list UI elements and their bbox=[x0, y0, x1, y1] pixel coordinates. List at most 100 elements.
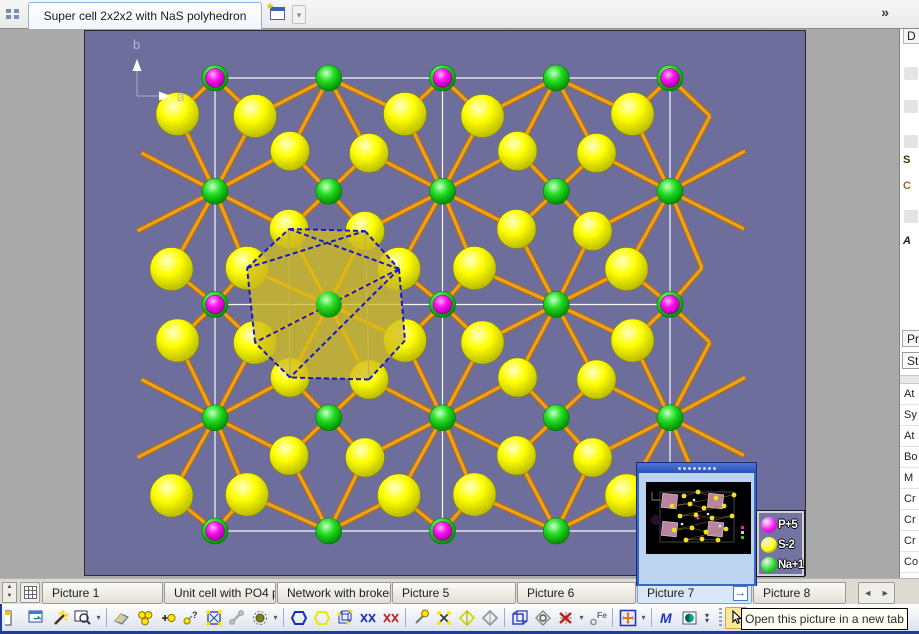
toolbar-separator bbox=[504, 608, 505, 627]
picture-tab[interactable]: Picture 5 bbox=[392, 582, 516, 604]
xx-blue-icon[interactable] bbox=[357, 607, 379, 629]
picture-tab[interactable]: Picture 1 bbox=[42, 582, 163, 604]
panel-fragment-text: S bbox=[903, 154, 910, 166]
new-tab-dropdown[interactable]: ▾ bbox=[292, 5, 306, 24]
inset-body bbox=[637, 473, 756, 586]
broken-bond-icon[interactable]: ? bbox=[180, 607, 202, 629]
bonds-x-icon[interactable] bbox=[433, 607, 455, 629]
dropdown-arrow[interactable]: ▾ bbox=[94, 607, 103, 629]
polyhedron-yellow-icon[interactable] bbox=[456, 607, 478, 629]
panel-fragment bbox=[904, 135, 918, 148]
inset-preview-window[interactable] bbox=[636, 462, 757, 586]
polyhedron-gray-icon[interactable] bbox=[479, 607, 501, 629]
legend-label: P+5 bbox=[778, 519, 797, 531]
picture-tab[interactable]: Network with broken... bbox=[277, 582, 391, 604]
move-mode-icon[interactable] bbox=[617, 607, 639, 629]
inset-titlebar-grip[interactable] bbox=[637, 463, 756, 473]
properties-row[interactable]: At bbox=[900, 427, 919, 447]
bond-disabled-icon[interactable] bbox=[226, 607, 248, 629]
tab-scroll-left-icon[interactable]: ◄ bbox=[863, 588, 872, 598]
properties-row[interactable]: Co bbox=[900, 553, 919, 573]
network-cell-icon[interactable] bbox=[203, 607, 225, 629]
hexagon-yellow-icon[interactable] bbox=[311, 607, 333, 629]
properties-row[interactable]: Sy bbox=[900, 406, 919, 426]
toolbar-overflow[interactable]: ▾▾ bbox=[701, 613, 713, 623]
sphere-style-icon[interactable] bbox=[249, 607, 271, 629]
atom-legend: P+5 S-2 Na+1 bbox=[757, 511, 804, 576]
panel-fragment-text: A bbox=[903, 235, 911, 247]
panel-separator bbox=[900, 375, 919, 384]
properties-row[interactable]: Cr bbox=[900, 511, 919, 531]
properties-row[interactable]: Cr bbox=[900, 490, 919, 510]
table-icon bbox=[24, 586, 37, 599]
legend-item: P+5 bbox=[761, 515, 802, 535]
wizard-wand-icon[interactable] bbox=[49, 607, 71, 629]
properties-row[interactable]: Bo bbox=[900, 448, 919, 468]
panel-fragment bbox=[904, 67, 918, 80]
new-star-icon: ✦ bbox=[266, 2, 274, 13]
preview-magnifier-icon[interactable] bbox=[72, 607, 94, 629]
legend-color-dot bbox=[761, 557, 777, 573]
hexagon-blue-icon[interactable] bbox=[288, 607, 310, 629]
orbit-diamond-icon[interactable] bbox=[532, 607, 554, 629]
legend-color-dot bbox=[761, 537, 777, 553]
toolbar-separator bbox=[283, 608, 284, 627]
panel-fragment-text: C bbox=[903, 180, 911, 192]
right-panel-header[interactable]: D bbox=[903, 27, 919, 44]
atom-cluster-icon[interactable] bbox=[134, 607, 156, 629]
picture-tab[interactable]: Picture 8 bbox=[753, 582, 846, 604]
add-atom-icon[interactable] bbox=[157, 607, 179, 629]
svg-text:?: ? bbox=[192, 610, 198, 620]
eraser-icon[interactable] bbox=[111, 607, 133, 629]
properties-row[interactable]: Cr bbox=[900, 532, 919, 552]
properties-row[interactable]: At bbox=[900, 385, 919, 405]
dropdown-arrow[interactable]: ▾ bbox=[577, 607, 586, 629]
picture-tab-strip: ▲▼ Picture 1Unit cell with PO4 po...Netw… bbox=[0, 578, 919, 604]
packing-cube-icon[interactable] bbox=[334, 607, 356, 629]
tab-overflow-chevron[interactable]: » bbox=[881, 4, 889, 20]
toolbar-separator bbox=[106, 608, 107, 627]
unit-cell-cube-icon[interactable] bbox=[509, 607, 531, 629]
tab-overview-button[interactable] bbox=[20, 582, 40, 603]
delete-red-x-icon[interactable] bbox=[555, 607, 577, 629]
picture-tab[interactable]: Unit cell with PO4 po... bbox=[164, 582, 276, 604]
properties-section-header[interactable]: Pr bbox=[902, 330, 919, 347]
inset-structure-preview bbox=[646, 482, 751, 554]
dropdown-arrow[interactable]: ▾ bbox=[639, 607, 648, 629]
document-cut-icon[interactable] bbox=[3, 607, 25, 629]
create-bond-icon[interactable] bbox=[410, 607, 432, 629]
tab-scroll-buttons[interactable]: ◄ ► bbox=[858, 582, 895, 604]
open-in-new-tab-button[interactable]: → bbox=[733, 586, 748, 601]
legend-label: Na+1 bbox=[778, 559, 804, 571]
panel-fragment bbox=[904, 100, 918, 113]
legend-item: S-2 bbox=[761, 535, 802, 555]
toolbar-separator bbox=[405, 608, 406, 627]
tab-spinner[interactable]: ▲▼ bbox=[2, 582, 17, 603]
export-picture-icon[interactable] bbox=[26, 607, 48, 629]
svg-text:Fe: Fe bbox=[597, 610, 607, 620]
window-layout-icon[interactable] bbox=[6, 9, 20, 20]
document-tab[interactable]: Super cell 2x2x2 with NaS polyhedron bbox=[28, 2, 262, 29]
render-sphere-icon[interactable] bbox=[679, 607, 701, 629]
tooltip: Open this picture in a new tab bbox=[741, 608, 908, 630]
fe-element-icon[interactable]: Fe bbox=[587, 607, 609, 629]
svg-text:a: a bbox=[177, 89, 185, 104]
legend-color-dot bbox=[761, 517, 777, 533]
new-tab-button[interactable]: ✦ bbox=[268, 5, 290, 24]
toolbar-separator bbox=[612, 608, 613, 627]
dropdown-arrow[interactable]: ▾ bbox=[271, 607, 280, 629]
right-properties-panel: D S C A Pr St AtSyAtBoMCrCrCrCoCoAt bbox=[899, 25, 919, 634]
legend-label: S-2 bbox=[778, 539, 794, 551]
tab-scroll-right-icon[interactable]: ► bbox=[881, 588, 890, 598]
measure-m-icon[interactable]: M bbox=[656, 607, 678, 629]
picture-tab[interactable]: Picture 6 bbox=[517, 582, 636, 604]
properties-row[interactable]: M bbox=[900, 469, 919, 489]
legend-item: Na+1 bbox=[761, 555, 802, 575]
svg-text:b: b bbox=[133, 37, 140, 52]
document-tab-bar: Super cell 2x2x2 with NaS polyhedron ✦ ▾… bbox=[0, 0, 919, 29]
xx-red-icon[interactable] bbox=[380, 607, 402, 629]
workspace: b a bbox=[0, 29, 899, 578]
toolbar-grip[interactable] bbox=[719, 608, 722, 628]
structure-dropdown[interactable]: St bbox=[902, 352, 919, 369]
svg-text:M: M bbox=[660, 610, 672, 626]
